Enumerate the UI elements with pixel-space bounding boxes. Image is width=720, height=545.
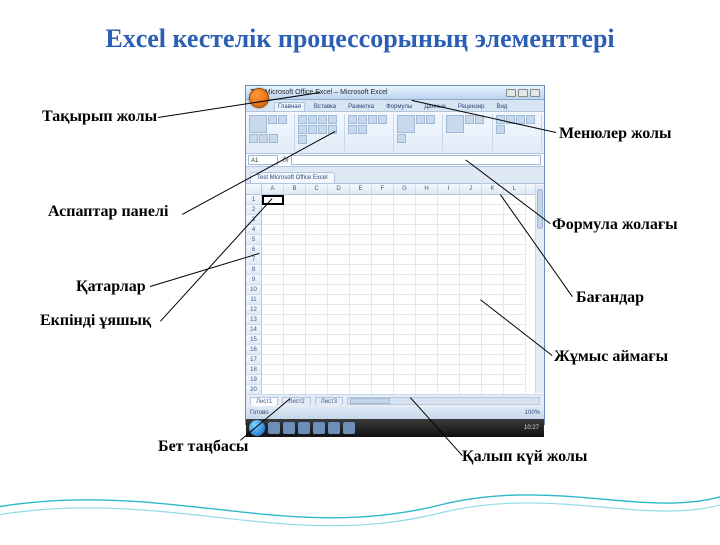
label-title-row: Тақырып жолы [42, 108, 157, 126]
row-header: 11 [246, 295, 262, 305]
label-status-bar: Қалып күй жолы [462, 448, 587, 466]
col-header: F [372, 184, 394, 194]
label-toolbar: Аспаптар панелі [48, 203, 168, 221]
row-header: 18 [246, 365, 262, 375]
office-button-icon [249, 88, 269, 108]
col-header: H [416, 184, 438, 194]
status-bar: Готово 100% [246, 407, 544, 419]
sheet-tabs-bar: Лист1 Лист2 Лист3 [246, 394, 544, 407]
col-header: J [460, 184, 482, 194]
ribbon-tab: Вставка [311, 103, 339, 111]
page-title: Excel кестелік процессорының элементтері [0, 24, 720, 54]
excel-window: Test Microsoft Office Excel – Microsoft … [245, 85, 545, 425]
ribbon-tab: Вид [493, 103, 510, 111]
window-buttons [506, 89, 540, 97]
document-tab: Test Microsoft Office Excel [250, 172, 335, 183]
col-header: A [262, 184, 284, 194]
decorative-wave [0, 470, 720, 540]
row-header: 5 [246, 235, 262, 245]
row-header: 8 [246, 265, 262, 275]
row-header: 13 [246, 315, 262, 325]
col-header: E [350, 184, 372, 194]
windows-taskbar: 10:27 [246, 419, 544, 437]
row-header: 4 [246, 225, 262, 235]
ribbon-tab: Формулы [383, 103, 415, 111]
sheet-tab: Лист1 [250, 397, 278, 406]
row-header: 15 [246, 335, 262, 345]
row-header: 1 [246, 195, 262, 205]
label-menu-row: Менюлер жолы [559, 125, 671, 143]
row-header: 16 [246, 345, 262, 355]
col-header: C [306, 184, 328, 194]
row-header: 10 [246, 285, 262, 295]
col-header: B [284, 184, 306, 194]
row-header: 9 [246, 275, 262, 285]
row-header: 14 [246, 325, 262, 335]
ribbon-tab: Разметка [345, 103, 377, 111]
horizontal-scrollbar [347, 397, 540, 405]
formula-input [291, 155, 541, 165]
row-header: 17 [246, 355, 262, 365]
sheet-tab: Лист3 [315, 397, 343, 406]
label-active-cell: Екпінді ұяшық [40, 312, 151, 330]
window-titlebar: Test Microsoft Office Excel – Microsoft … [246, 86, 544, 100]
taskbar-icon [268, 422, 280, 434]
taskbar-icon [343, 422, 355, 434]
row-header: 20 [246, 385, 262, 394]
select-all-corner [246, 184, 262, 194]
label-rows: Қатарлар [76, 278, 146, 296]
ribbon-toolbar [246, 112, 544, 154]
taskbar-icon [283, 422, 295, 434]
start-button-icon [249, 420, 265, 436]
col-header: I [438, 184, 460, 194]
row-header: 12 [246, 305, 262, 315]
col-header: G [394, 184, 416, 194]
taskbar-icon [328, 422, 340, 434]
label-formula-bar: Формула жолағы [552, 216, 678, 234]
taskbar-clock: 10:27 [524, 425, 541, 431]
label-work-area: Жұмыс аймағы [554, 348, 668, 366]
ribbon-tab: Главная [274, 102, 305, 111]
label-sheet-tab: Бет таңбасы [158, 438, 248, 456]
document-tabs: Test Microsoft Office Excel [246, 167, 544, 184]
col-header: D [328, 184, 350, 194]
status-zoom: 100% [525, 407, 540, 419]
row-header: 19 [246, 375, 262, 385]
spreadsheet-grid: A B C D E F G H I J K L 1234567891011121… [246, 184, 544, 394]
grid-rows: 1234567891011121314151617181920 [246, 195, 544, 394]
taskbar-icon [298, 422, 310, 434]
label-columns: Бағандар [576, 289, 644, 307]
taskbar-icon [313, 422, 325, 434]
ribbon-tabs: Главная Вставка Разметка Формулы Данные … [246, 100, 544, 112]
